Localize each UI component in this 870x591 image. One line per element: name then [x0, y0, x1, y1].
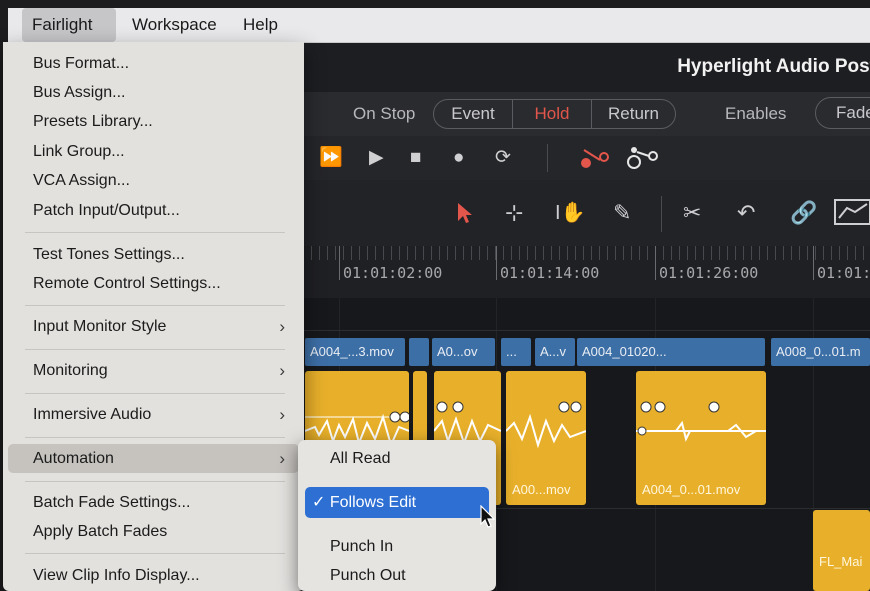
project-title-bar: Hyperlight Audio Post [303, 42, 870, 92]
menu-item-test-tones-settings[interactable]: Test Tones Settings... [33, 240, 185, 269]
chevron-right-icon: › [279, 449, 285, 468]
waveform [636, 401, 766, 442]
enables-label: Enables [725, 104, 787, 123]
play-icon[interactable]: ▶ [369, 147, 384, 169]
menu-item-remote-control-settings[interactable]: Remote Control Settings... [33, 269, 221, 298]
menu-item-label: Input Monitor Style [33, 318, 167, 335]
timecode-label: 01:01:02:00 [343, 264, 443, 282]
razor-icon[interactable]: ✂ [683, 200, 701, 226]
timecode-label: 01:01:14:00 [500, 264, 600, 282]
transport-bar: ⏩ ▶ ■ ● ⟳ [303, 136, 870, 180]
automation-record-icon[interactable] [578, 146, 612, 172]
ruler-major-tick [813, 246, 814, 280]
checkmark-icon: ✓ [312, 494, 326, 511]
submenu-item-label: Follows Edit [329, 494, 417, 511]
menu-item-bus-format[interactable]: Bus Format... [33, 49, 129, 78]
clip-name-bar[interactable]: A004_...3.mov [305, 338, 405, 366]
ruler-major-tick [655, 246, 656, 280]
menu-bar: Fairlight Workspace Help [8, 8, 870, 43]
record-icon[interactable]: ● [453, 147, 464, 169]
clip-name-bar[interactable] [409, 338, 429, 366]
menu-item-patch-input-output[interactable]: Patch Input/Output... [33, 196, 180, 225]
audio-clip[interactable]: A004_0...01.mov [636, 371, 766, 505]
menu-divider [25, 305, 285, 306]
audio-clip[interactable]: FL_Mai [813, 510, 870, 591]
clip-label: A004_0...01.mov [642, 482, 741, 497]
trim-tool-icon[interactable]: I✋ [555, 200, 585, 226]
submenu-item-all-read[interactable]: All Read [330, 445, 390, 473]
menu-item-immersive-audio[interactable]: Immersive Audio › [8, 400, 299, 429]
edit-toolbar: ⊹ I✋ ✎ ✂ ↶ 🔗 [303, 180, 870, 246]
menu-divider [25, 481, 285, 482]
project-title: Hyperlight Audio Post [677, 56, 870, 77]
menu-item-link-group[interactable]: Link Group... [33, 137, 125, 166]
on-stop-label: On Stop [353, 104, 416, 123]
tool-divider [661, 196, 662, 232]
on-stop-hold-button[interactable]: Hold [512, 99, 592, 129]
menu-divider [25, 349, 285, 350]
on-stop-return-button[interactable]: Return [591, 99, 676, 129]
menu-item-batch-fade-settings[interactable]: Batch Fade Settings... [33, 488, 190, 517]
submenu-item-punch-out[interactable]: Punch Out [330, 562, 406, 590]
menu-item-view-clip-info-display[interactable]: View Clip Info Display... [33, 561, 200, 590]
fairlight-dropdown-menu: Bus Format... Bus Assign... Presets Libr… [3, 42, 304, 591]
fade-button[interactable]: Fade [815, 97, 870, 129]
menu-item-automation[interactable]: Automation › [8, 444, 299, 473]
pencil-tool-icon[interactable]: ✎ [613, 200, 631, 226]
submenu-item-follows-edit[interactable]: ✓ Follows Edit [305, 487, 489, 518]
submenu-item-punch-in[interactable]: Punch In [330, 533, 393, 561]
on-stop-event-button[interactable]: Event [433, 99, 513, 129]
clip-name-bar[interactable]: A...v [535, 338, 575, 366]
snap-icon[interactable]: ↶ [737, 200, 755, 226]
chevron-right-icon: › [279, 317, 285, 336]
automation-settings-icon[interactable] [625, 144, 663, 172]
menu-help[interactable]: Help [233, 8, 288, 42]
clip-label: FL_Mai [819, 554, 863, 569]
fast-forward-icon[interactable]: ⏩ [319, 147, 343, 169]
link-icon[interactable]: 🔗 [790, 200, 817, 226]
automation-submenu: All Read ✓ Follows Edit Punch In Punch O… [298, 440, 496, 591]
menu-divider [25, 393, 285, 394]
chevron-right-icon: › [279, 361, 285, 380]
menu-item-monitoring[interactable]: Monitoring › [8, 356, 299, 385]
menu-item-bus-assign[interactable]: Bus Assign... [33, 78, 126, 107]
clip-name-bar[interactable]: A008_0...01.m [771, 338, 870, 366]
ruler-ticks [303, 246, 870, 260]
clip-name-bar[interactable]: A004_01020... [577, 338, 765, 366]
menu-item-apply-batch-fades[interactable]: Apply Batch Fades [33, 517, 167, 546]
stop-icon[interactable]: ■ [410, 147, 421, 169]
clip-label: A00...mov [512, 482, 571, 497]
mouse-cursor-icon [480, 505, 496, 528]
ruler-major-tick [496, 246, 497, 280]
automation-mode-bar: On Stop Event Hold Return Enables Fade [303, 92, 870, 136]
menu-item-label: Automation [33, 450, 114, 467]
waveform [506, 401, 586, 449]
timeline-ruler[interactable]: 01:01:02:00 01:01:14:00 01:01:26:00 01:0… [303, 246, 870, 299]
menu-item-label: Immersive Audio [33, 406, 152, 423]
clip-name-bar[interactable]: A0...ov [432, 338, 495, 366]
timecode-label: 01:01:26:00 [659, 264, 759, 282]
transport-divider [547, 144, 548, 172]
screen: Hyperlight Audio Post On Stop Event Hold… [0, 0, 870, 591]
menu-item-vca-assign[interactable]: VCA Assign... [33, 166, 130, 195]
audio-clip[interactable]: A00...mov [506, 371, 586, 505]
track-separator [303, 330, 870, 331]
pointer-tool-icon[interactable] [456, 201, 472, 225]
menu-workspace[interactable]: Workspace [122, 8, 227, 42]
clip-name-bar[interactable]: ... [501, 338, 531, 366]
fade-curve-icon[interactable] [833, 198, 870, 226]
timecode-label: 01:01:3 [817, 264, 870, 282]
menu-item-presets-library[interactable]: Presets Library... [33, 107, 153, 136]
menu-divider [25, 232, 285, 233]
menu-item-input-monitor-style[interactable]: Input Monitor Style › [8, 312, 299, 341]
chevron-right-icon: › [279, 405, 285, 424]
ruler-major-tick [339, 246, 340, 280]
menu-item-label: Monitoring [33, 362, 108, 379]
range-select-icon[interactable]: ⊹ [505, 200, 523, 226]
loop-icon[interactable]: ⟳ [495, 147, 511, 169]
menu-divider [25, 437, 285, 438]
menu-divider [25, 553, 285, 554]
menu-fairlight[interactable]: Fairlight [22, 8, 116, 42]
